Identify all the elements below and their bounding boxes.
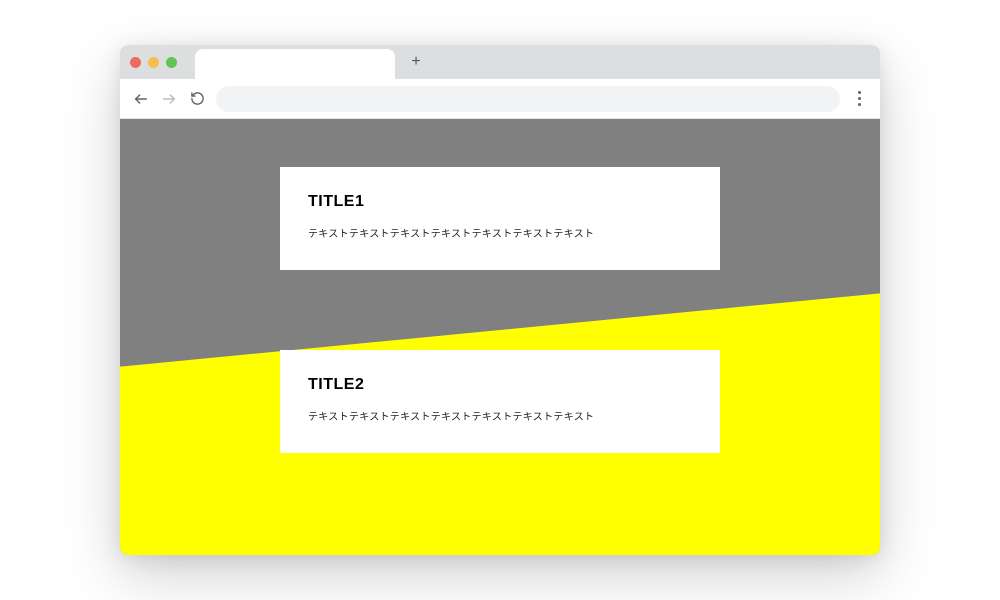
card-text: テキストテキストテキストテキストテキストテキストテキスト [308, 408, 692, 423]
card-title: TITLE1 [308, 193, 692, 211]
browser-toolbar [120, 79, 880, 119]
arrow-left-icon [133, 91, 149, 107]
kebab-dot-icon [858, 97, 861, 100]
card-text: テキストテキストテキストテキストテキストテキストテキスト [308, 225, 692, 240]
address-bar[interactable] [216, 86, 840, 112]
kebab-dot-icon [858, 103, 861, 106]
maximize-window-button[interactable] [166, 57, 177, 68]
card-1: TITLE1 テキストテキストテキストテキストテキストテキストテキスト [280, 167, 720, 270]
minimize-window-button[interactable] [148, 57, 159, 68]
arrow-right-icon [161, 91, 177, 107]
window-controls [130, 57, 177, 68]
reload-icon [190, 91, 205, 106]
tab-bar: + [120, 45, 880, 79]
browser-tab[interactable] [195, 49, 395, 79]
card-title: TITLE2 [308, 376, 692, 394]
reload-button[interactable] [188, 90, 206, 108]
new-tab-button[interactable]: + [403, 49, 429, 75]
kebab-dot-icon [858, 91, 861, 94]
card-2: TITLE2 テキストテキストテキストテキストテキストテキストテキスト [280, 350, 720, 453]
plus-icon: + [411, 53, 420, 71]
close-window-button[interactable] [130, 57, 141, 68]
page-viewport: TITLE1 テキストテキストテキストテキストテキストテキストテキスト TITL… [120, 119, 880, 555]
browser-menu-button[interactable] [850, 91, 868, 106]
page-content: TITLE1 テキストテキストテキストテキストテキストテキストテキスト TITL… [120, 119, 880, 453]
back-button[interactable] [132, 90, 150, 108]
browser-window: + TITLE1 テキストテキストテキストテキストテキストテキストテキスト [120, 45, 880, 555]
forward-button[interactable] [160, 90, 178, 108]
